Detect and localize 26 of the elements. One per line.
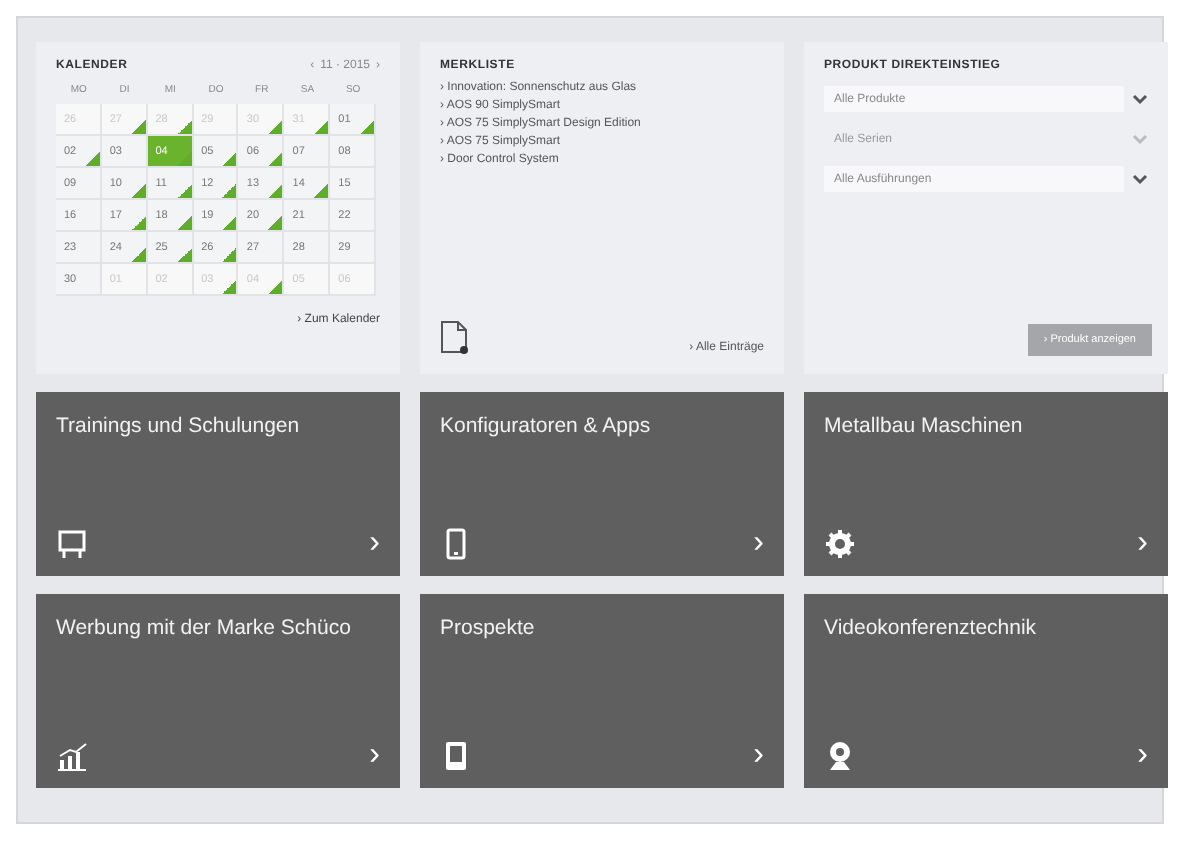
arrow-icon[interactable]: › [369,528,380,560]
arrow-icon[interactable]: › [753,528,764,560]
document-icon[interactable] [440,320,468,354]
webcam-icon [824,740,856,772]
chevron-icon[interactable] [1132,173,1148,185]
tile-title: Konfiguratoren & Apps [440,414,651,438]
category-tile[interactable]: Trainings und Schulungen › [36,392,400,576]
tile-title: Trainings und Schulungen [56,414,300,438]
easel-icon [56,528,88,560]
arrow-icon[interactable]: › [369,740,380,772]
tablet-icon [440,740,472,772]
arrow-icon[interactable]: › [1137,528,1148,560]
bar-chart-icon [56,740,88,772]
gear-icon [824,528,856,560]
tile-title: Metallbau Maschinen [824,414,1023,438]
tile-title: Werbung mit der Marke Schüco [56,616,351,640]
tile-title: Videokonferenztechnik [824,616,1037,640]
category-tile[interactable]: Prospekte › [420,594,784,788]
chevron-icon[interactable] [1132,93,1148,105]
arrow-icon[interactable]: › [753,740,764,772]
arrow-icon[interactable]: › [1137,740,1148,772]
category-tile[interactable]: Metallbau Maschinen › [804,392,1168,576]
tile-title: Prospekte [440,616,535,640]
category-tile[interactable]: Werbung mit der Marke Schüco › [36,594,400,788]
category-tile[interactable]: Videokonferenztechnik › [804,594,1168,788]
category-tile[interactable]: Konfiguratoren & Apps › [420,392,784,576]
